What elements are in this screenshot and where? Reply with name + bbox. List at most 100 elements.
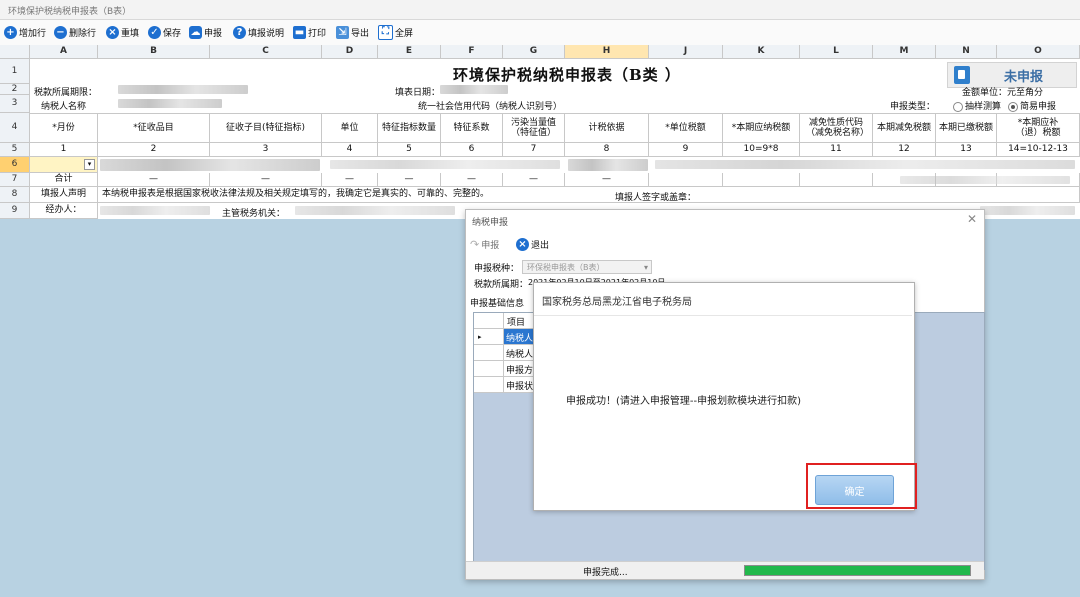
number-cell: 6 xyxy=(441,143,503,157)
redacted-period xyxy=(118,85,248,94)
declare-option-sampling[interactable]: 抽样测算 xyxy=(953,99,1001,112)
declaration-label: 填报人声明 xyxy=(30,187,98,203)
column-header[interactable]: E xyxy=(378,45,441,59)
minus-icon: − xyxy=(54,25,67,39)
header-cell: *单位税额 xyxy=(649,113,723,143)
grid-row-header xyxy=(474,377,504,393)
dialog-declare-button[interactable]: ↷ 申报 xyxy=(470,235,499,253)
refill-button[interactable]: × 重填 xyxy=(106,23,139,41)
header-cell: 特征系数 xyxy=(441,113,503,143)
redacted-row-data xyxy=(100,159,320,171)
dash-cell: — xyxy=(565,173,649,187)
grid-corner xyxy=(474,313,504,329)
total-cell xyxy=(649,173,723,187)
number-cell: 13 xyxy=(936,143,997,157)
column-header[interactable]: L xyxy=(800,45,873,59)
export-button[interactable]: ⇲ 导出 xyxy=(336,23,369,41)
tax-type-label: 申报税种： xyxy=(474,264,520,274)
taxpayer-label: 纳税人名称 xyxy=(41,102,87,112)
close-icon[interactable]: ✕ xyxy=(967,212,977,226)
share-arrow-icon: ↷ xyxy=(470,237,480,251)
number-cell: 1 xyxy=(30,143,98,157)
dialog-exit-button[interactable]: × 退出 xyxy=(516,235,549,253)
message-title: 国家税务总局黑龙江省电子税务局 xyxy=(542,297,692,308)
help-button[interactable]: ? 填报说明 xyxy=(233,23,284,41)
dialog-title: 纳税申报 xyxy=(472,218,509,228)
header-cell: 污染当量值（特征值） xyxy=(503,113,565,143)
tax-type-select[interactable]: 环保税申报表（B表） xyxy=(522,260,652,275)
fullscreen-button[interactable]: ⛶ 全屏 xyxy=(378,23,413,41)
number-cell: 5 xyxy=(378,143,441,157)
row-header[interactable]: 2 xyxy=(0,84,30,95)
tax-authority-label: 主管税务机关： xyxy=(222,209,286,219)
grid-header: 项目 xyxy=(504,313,534,329)
declaration-text: 本纳税申报表是根据国家税收法律法规及相关规定填写的，我确定它是真实的、可靠的、完… xyxy=(102,189,490,200)
redacted-tax-authority xyxy=(295,206,455,215)
dialog-statusbar: 申报完成... xyxy=(466,561,984,579)
declare-option-simple[interactable]: 简易申报 xyxy=(1008,99,1056,112)
month-select[interactable]: ▾ xyxy=(30,157,98,173)
number-cell: 3 xyxy=(210,143,322,157)
window-title: 环境保护税纳税申报表（B表） xyxy=(8,7,132,17)
column-header[interactable]: N xyxy=(936,45,997,59)
status-text: 未申报 xyxy=(1004,69,1044,85)
row-header-selected[interactable]: 6 xyxy=(0,157,30,173)
number-cell: 11 xyxy=(800,143,873,157)
total-cell xyxy=(800,173,873,187)
header-cell: 特征指标数量 xyxy=(378,113,441,143)
row-header[interactable]: 9 xyxy=(0,203,30,219)
save-button[interactable]: ✓ 保存 xyxy=(148,23,181,41)
declare-button[interactable]: ☁ 申报 xyxy=(189,23,222,41)
close-icon: × xyxy=(106,25,119,39)
row-header[interactable]: 4 xyxy=(0,113,30,143)
grid-row[interactable]: 纳税人名称 xyxy=(504,345,534,361)
plus-icon: + xyxy=(4,25,17,39)
number-cell: 8 xyxy=(565,143,649,157)
row-header[interactable]: 5 xyxy=(0,143,30,157)
row-header[interactable]: 1 xyxy=(0,59,30,84)
column-header[interactable]: B xyxy=(98,45,210,59)
column-header[interactable]: G xyxy=(503,45,565,59)
column-header[interactable]: J xyxy=(649,45,723,59)
dash-cell: — xyxy=(210,173,322,187)
tab-basic-info[interactable]: 申报基础信息 xyxy=(470,296,524,309)
credit-code-label: 统一社会信用代码（纳税人识别号） xyxy=(418,102,563,112)
column-header[interactable]: K xyxy=(723,45,800,59)
redacted-row-data xyxy=(330,160,560,169)
progress-bar xyxy=(744,565,971,576)
number-cell: 9 xyxy=(649,143,723,157)
column-header-selected[interactable]: H xyxy=(565,45,649,59)
column-header[interactable]: A xyxy=(30,45,98,59)
grid-row[interactable]: 申报方式 xyxy=(504,361,534,377)
declaration-text-cell: 本纳税申报表是根据国家税收法律法规及相关规定填写的，我确定它是真实的、可靠的、完… xyxy=(98,187,1080,203)
column-header[interactable]: C xyxy=(210,45,322,59)
print-button[interactable]: ▬ 打印 xyxy=(293,23,326,41)
column-header[interactable]: M xyxy=(873,45,936,59)
row-header[interactable]: 8 xyxy=(0,187,30,203)
row-header[interactable]: 3 xyxy=(0,95,30,113)
row-header[interactable]: 7 xyxy=(0,173,30,187)
grid-row[interactable]: 纳税人识别号 xyxy=(504,329,534,345)
main-toolbar: + 增加行 − 删除行 × 重填 ✓ 保存 ☁ 申报 ? 填报说明 ▬ 打印 ⇲ 导出 ⛶ 全屏 xyxy=(0,20,1080,46)
print-icon: ▬ xyxy=(293,25,306,39)
header-cell: 单位 xyxy=(322,113,378,143)
radio-icon xyxy=(953,101,963,112)
declare-type-label: 申报类型： xyxy=(890,102,936,112)
header-cell: *月份 xyxy=(30,113,98,143)
column-header[interactable]: F xyxy=(441,45,503,59)
fullscreen-icon: ⛶ xyxy=(378,24,393,40)
export-icon: ⇲ xyxy=(336,25,349,39)
number-cell: 10=9*8 xyxy=(723,143,800,157)
delete-row-button[interactable]: − 删除行 xyxy=(54,23,96,41)
column-header[interactable]: O xyxy=(997,45,1080,59)
column-header[interactable]: D xyxy=(322,45,378,59)
redacted-fill-date xyxy=(440,85,508,94)
grid-row[interactable]: 申报状态 xyxy=(504,377,534,393)
add-row-button[interactable]: + 增加行 xyxy=(4,23,46,41)
unit-label: 金额单位：元至角分 xyxy=(962,88,1044,98)
total-label: 合计 xyxy=(30,173,98,187)
redacted-agent-extra xyxy=(980,206,1075,215)
header-cell: *本期应补（退）税额 xyxy=(997,113,1080,143)
dash-cell: — xyxy=(98,173,210,187)
period-label: 税款所属期限： xyxy=(34,88,98,98)
